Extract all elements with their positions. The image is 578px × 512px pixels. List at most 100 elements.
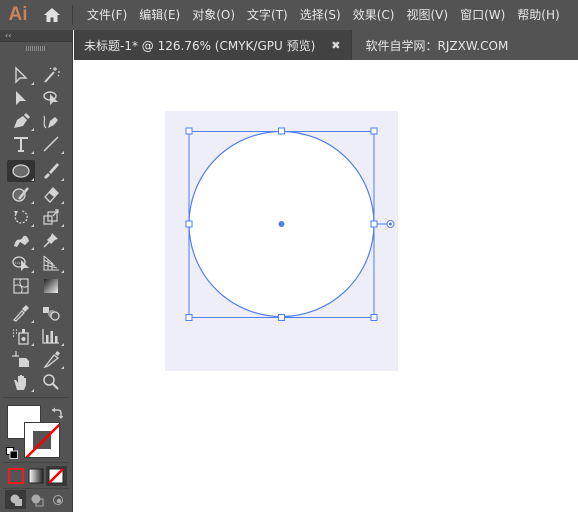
zoom-tool[interactable] <box>37 371 65 393</box>
handle-bottom-right[interactable] <box>370 314 378 321</box>
artboard-tool[interactable] <box>7 348 35 370</box>
symbol-sprayer-tool[interactable] <box>7 325 35 347</box>
pushpin-icon <box>43 233 58 248</box>
none-slash-icon <box>25 423 59 457</box>
blend-tool[interactable] <box>37 302 65 324</box>
direct-selection-arrow-icon <box>16 91 26 105</box>
menu-select[interactable]: 选择(S) <box>294 0 347 30</box>
tools-divider <box>3 397 69 398</box>
eraser-icon <box>44 187 59 203</box>
handle-top-center[interactable] <box>278 127 285 135</box>
type-tool[interactable] <box>7 133 35 155</box>
draw-normal-icon <box>10 494 22 506</box>
artboard-icon <box>12 351 29 367</box>
column-graph-tool[interactable] <box>37 325 65 347</box>
pie-widget-handle[interactable] <box>386 220 395 228</box>
direct-selection-tool[interactable] <box>7 87 35 109</box>
handle-middle-left[interactable] <box>185 220 193 228</box>
menu-window[interactable]: 窗口(W) <box>454 0 511 30</box>
home-button[interactable] <box>36 0 68 30</box>
shaper-icon <box>12 187 29 202</box>
draw-inside-button[interactable] <box>48 490 68 509</box>
handle-middle-right[interactable] <box>370 220 378 228</box>
canvas-area[interactable] <box>74 60 578 512</box>
slice-knife-icon <box>43 351 60 368</box>
line-segment-tool[interactable] <box>37 133 65 155</box>
shaper-tool[interactable] <box>7 183 35 205</box>
ellipse-tool[interactable] <box>7 160 35 182</box>
rotate-tool[interactable] <box>7 206 35 228</box>
tab-rjzxw[interactable]: 软件自学网：RJZXW.COM <box>352 30 519 60</box>
type-t-icon <box>14 137 28 152</box>
selection-overlay <box>185 127 395 321</box>
perspective-grid-tool[interactable] <box>37 252 65 274</box>
gradient-tool[interactable] <box>37 275 65 297</box>
magnifier-icon <box>43 374 59 390</box>
eyedropper-tool[interactable] <box>7 302 35 324</box>
magic-wand-tool[interactable] <box>37 64 65 86</box>
lasso-icon <box>43 91 58 105</box>
shape-builder-tool[interactable] <box>7 252 35 274</box>
paintbrush-icon <box>44 163 59 179</box>
gradient-swatch-icon <box>28 468 44 484</box>
menu-effect[interactable]: 效果(C) <box>347 0 401 30</box>
perspective-grid-icon <box>43 255 59 271</box>
column-graph-icon <box>42 329 59 344</box>
draw-behind-icon <box>31 494 44 506</box>
collapse-panel-button[interactable]: ‹‹ <box>0 30 72 42</box>
handle-top-right[interactable] <box>370 127 378 135</box>
gradient-icon <box>44 279 58 293</box>
mesh-icon <box>13 278 29 294</box>
hand-tool[interactable] <box>7 371 35 393</box>
default-fill-stroke-button[interactable] <box>6 444 18 463</box>
draw-behind-button[interactable] <box>27 490 47 509</box>
none-mode-button[interactable] <box>46 466 67 486</box>
pen-nib-icon <box>14 113 30 128</box>
warp-tool[interactable] <box>7 229 35 251</box>
draw-inside-icon <box>53 494 63 505</box>
menu-help[interactable]: 帮助(H) <box>511 0 565 30</box>
draw-normal-button[interactable] <box>5 490 26 509</box>
panel-grip[interactable] <box>26 46 46 51</box>
mesh-tool[interactable] <box>7 275 35 297</box>
default-colors-icon <box>6 447 18 459</box>
eraser-tool[interactable] <box>37 183 65 205</box>
selection-tool[interactable] <box>7 64 35 86</box>
curvature-tool[interactable] <box>37 110 65 132</box>
home-icon <box>44 8 60 22</box>
menu-divider <box>72 5 73 25</box>
eyedropper-icon <box>12 305 29 322</box>
gradient-mode-button[interactable] <box>27 467 45 485</box>
lasso-tool[interactable] <box>37 87 65 109</box>
color-mode-button[interactable] <box>7 467 25 485</box>
handle-bottom-center[interactable] <box>278 314 285 321</box>
tab-title: 软件自学网：RJZXW.COM <box>365 38 509 53</box>
puppet-warp-tool[interactable] <box>37 229 65 251</box>
menu-view[interactable]: 视图(V) <box>400 0 454 30</box>
paintbrush-tool[interactable] <box>37 160 65 182</box>
color-icon <box>8 468 24 484</box>
menu-object[interactable]: 对象(O) <box>186 0 241 30</box>
handle-top-left[interactable] <box>185 127 193 135</box>
menu-file[interactable]: 文件(F) <box>81 0 133 30</box>
scale-icon <box>43 209 59 225</box>
rotate-icon <box>14 210 28 224</box>
document-tab-bar: 未标题-1* @ 126.76% (CMYK/GPU 预览) ✖ 软件自学网：R… <box>74 30 578 60</box>
ellipse-icon <box>12 164 30 178</box>
menu-type[interactable]: 文字(T) <box>241 0 294 30</box>
center-point <box>278 221 285 227</box>
menu-edit[interactable]: 编辑(E) <box>133 0 186 30</box>
app-logo: Ai <box>8 4 28 25</box>
handle-bottom-left[interactable] <box>185 314 193 321</box>
slice-tool[interactable] <box>37 348 65 370</box>
stroke-swatch[interactable] <box>24 422 60 458</box>
close-tab-icon[interactable]: ✖ <box>331 39 340 52</box>
tools-panel: ‹‹ <box>0 30 73 512</box>
warp-icon <box>14 235 29 247</box>
tab-title: 未标题-1* @ 126.76% (CMYK/GPU 预览) <box>84 38 316 53</box>
swap-fill-stroke-button[interactable] <box>50 405 64 424</box>
scale-tool[interactable] <box>37 206 65 228</box>
tab-untitled-1[interactable]: 未标题-1* @ 126.76% (CMYK/GPU 预览) ✖ <box>74 30 352 60</box>
selection-arrow-icon <box>15 66 28 84</box>
pen-tool[interactable] <box>7 110 35 132</box>
